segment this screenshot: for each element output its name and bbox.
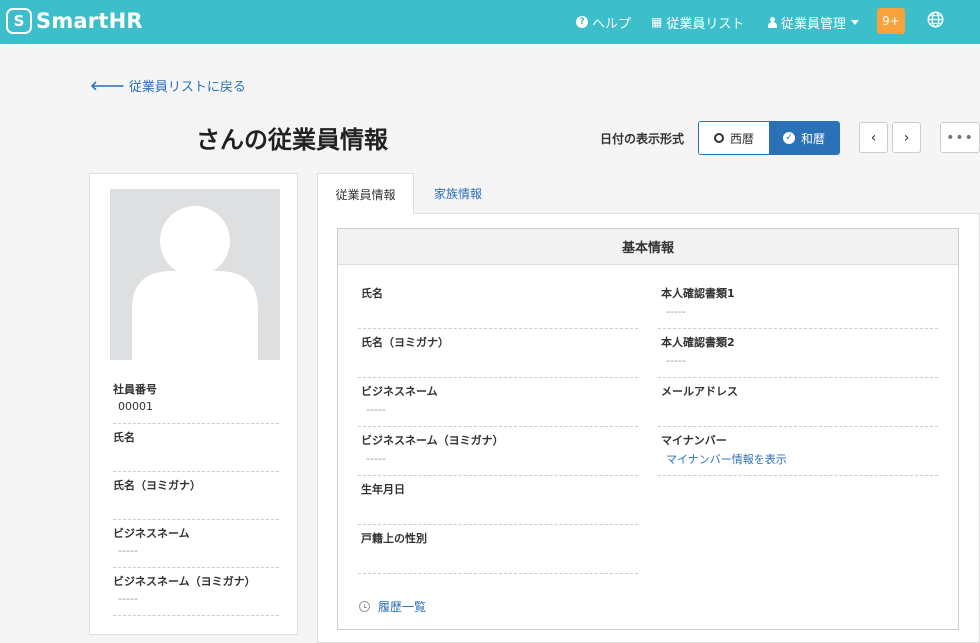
avatar	[110, 189, 280, 360]
japanese-calendar-label: 和暦	[800, 131, 825, 146]
sidebar-field-business-name: ビジネスネーム -----	[113, 520, 279, 568]
field-my-number: マイナンバー マイナンバー情報を表示	[658, 427, 938, 476]
list-icon: ▦	[651, 15, 663, 29]
field-label: ビジネスネーム	[361, 385, 438, 398]
field-label: 氏名	[113, 431, 135, 444]
smarthr-logo[interactable]: S SmartHR	[6, 8, 143, 34]
employee-list-link[interactable]: ▦ 従業員リスト	[651, 0, 744, 44]
chevron-right-icon: ›	[903, 129, 910, 146]
previous-employee-button[interactable]: ‹	[859, 122, 888, 153]
history-list-label: 履歴一覧	[378, 600, 427, 614]
field-label: ビジネスネーム（ヨミガナ）	[113, 575, 256, 588]
page-title: さんの従業員情報	[196, 126, 388, 154]
field-identity-document-1: 本人確認書類1 -----	[658, 280, 938, 329]
check-circle-icon: ✓	[782, 132, 795, 144]
clock-icon	[359, 601, 370, 612]
radio-empty-icon	[713, 133, 724, 143]
field-legal-gender: 戸籍上の性別	[358, 525, 638, 574]
western-calendar-option[interactable]: 西暦	[699, 122, 769, 154]
western-calendar-label: 西暦	[729, 131, 754, 146]
field-birth-date: 生年月日	[358, 476, 638, 525]
notification-badge[interactable]: 9+	[877, 8, 905, 34]
help-label: ヘルプ	[592, 16, 632, 32]
date-format-label: 日付の表示形式	[600, 132, 685, 146]
field-value: -----	[366, 403, 386, 416]
field-value: -----	[118, 592, 138, 605]
field-label: 本人確認書類2	[661, 336, 735, 349]
arrow-left-icon: 🡐	[90, 78, 125, 94]
user-silhouette-icon	[132, 206, 258, 360]
sidebar-field-name: 氏名	[113, 424, 279, 472]
field-label: ビジネスネーム	[113, 527, 190, 540]
field-email-address: メールアドレス	[658, 378, 938, 427]
sidebar-field-name-kana: 氏名（ヨミガナ）	[113, 472, 279, 520]
field-value: -----	[666, 354, 686, 367]
sidebar-field-business-name-kana: ビジネスネーム（ヨミガナ） -----	[113, 568, 279, 616]
logo-text: SmartHR	[36, 9, 143, 33]
logo-mark-icon: S	[6, 8, 32, 34]
profile-sidebar: 社員番号 00001 氏名 氏名（ヨミガナ） ビジネスネーム ----- ビジネ…	[89, 173, 298, 635]
next-employee-button[interactable]: ›	[892, 122, 921, 153]
field-label: ビジネスネーム（ヨミガナ）	[361, 434, 504, 447]
employee-list-label: 従業員リスト	[666, 16, 745, 32]
employee-admin-menu[interactable]: 従業員管理	[768, 0, 860, 44]
basic-info-heading: 基本情報	[338, 229, 958, 265]
field-label: メールアドレス	[661, 385, 738, 398]
show-my-number-link[interactable]: マイナンバー情報を表示	[666, 451, 938, 467]
top-navigation-bar: S SmartHR ? ヘルプ ▦ 従業員リスト 従業員管理 9+	[0, 0, 980, 44]
date-format-toggle: 西暦 ✓ 和暦	[698, 121, 840, 155]
field-name: 氏名	[358, 280, 638, 329]
globe-icon[interactable]	[927, 11, 944, 28]
history-list-link[interactable]: 履歴一覧	[359, 598, 426, 615]
field-label: 氏名	[361, 287, 383, 300]
field-label: 本人確認書類1	[661, 287, 735, 300]
field-label: マイナンバー	[661, 434, 727, 447]
field-value: -----	[666, 305, 686, 318]
employee-admin-label: 従業員管理	[781, 16, 847, 32]
tab-employee-info[interactable]: 従業員情報	[317, 173, 414, 214]
sidebar-field-employee-number: 社員番号 00001	[113, 376, 279, 424]
field-value: -----	[118, 544, 138, 557]
chevron-left-icon: ‹	[870, 129, 877, 146]
field-label: 戸籍上の性別	[361, 532, 427, 545]
more-actions-button[interactable]: •••	[940, 122, 980, 153]
question-circle-icon: ?	[576, 16, 588, 28]
japanese-calendar-option[interactable]: ✓ 和暦	[769, 122, 839, 154]
ellipsis-icon: •••	[946, 129, 974, 146]
back-to-employee-list-link[interactable]: 🡐 従業員リストに戻る	[90, 76, 246, 96]
field-business-name: ビジネスネーム -----	[358, 378, 638, 427]
field-label: 氏名（ヨミガナ）	[361, 336, 449, 349]
field-value: -----	[366, 452, 386, 465]
field-name-kana: 氏名（ヨミガナ）	[358, 329, 638, 378]
tab-family-info[interactable]: 家族情報	[415, 173, 501, 214]
user-icon	[768, 16, 777, 28]
field-label: 氏名（ヨミガナ）	[113, 479, 201, 492]
back-link-label: 従業員リストに戻る	[128, 80, 246, 95]
help-link[interactable]: ? ヘルプ	[576, 0, 631, 44]
field-business-name-kana: ビジネスネーム（ヨミガナ） -----	[358, 427, 638, 476]
chevron-down-icon	[851, 19, 860, 25]
field-identity-document-2: 本人確認書類2 -----	[658, 329, 938, 378]
field-label: 生年月日	[361, 483, 405, 496]
field-value: 00001	[118, 400, 153, 413]
field-label: 社員番号	[113, 383, 157, 396]
